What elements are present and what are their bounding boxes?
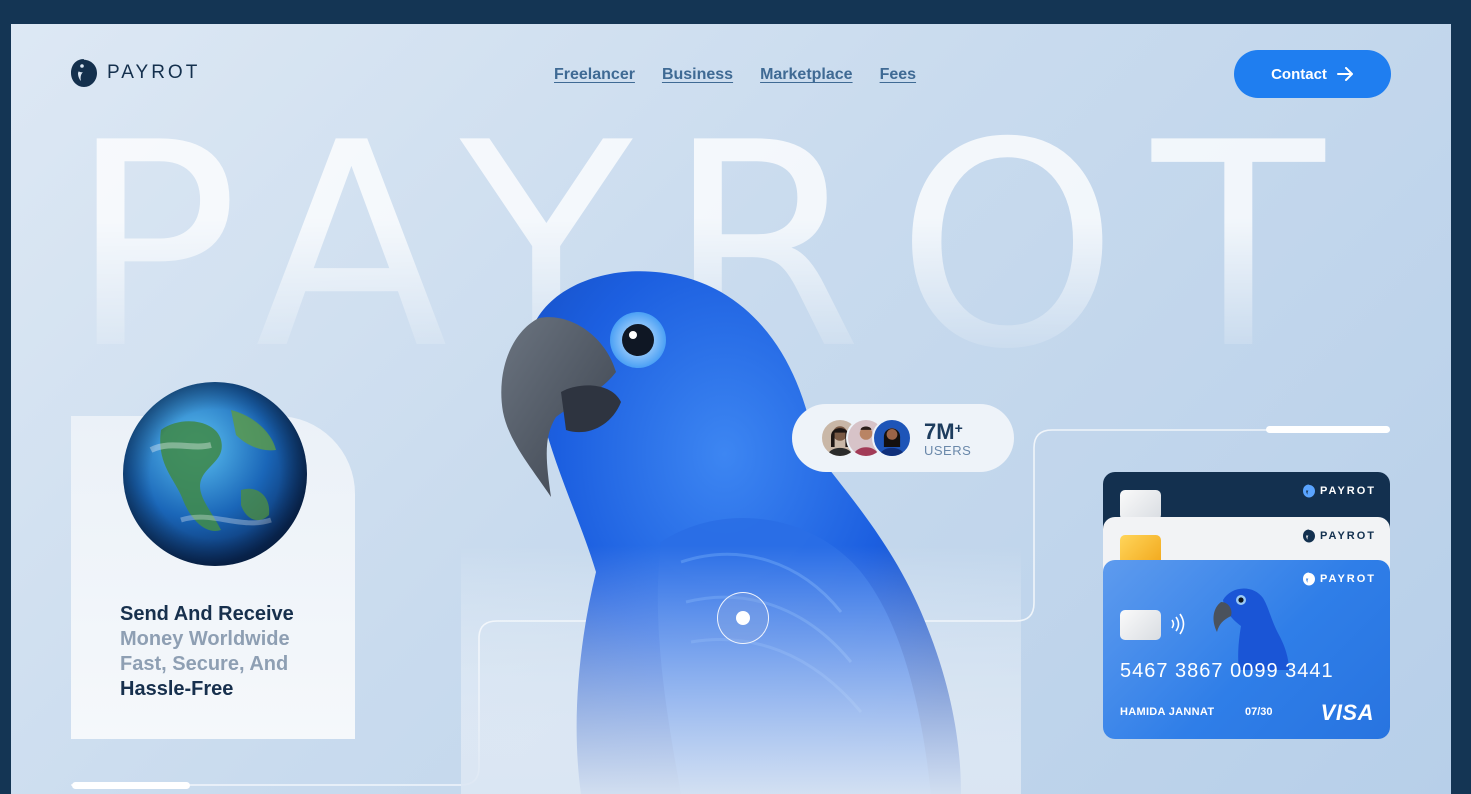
landing-page: PAYROT Freelancer Business Marketplace F…: [11, 24, 1451, 794]
decor-bar-bottom: [72, 782, 190, 789]
arrow-right-icon: [1336, 67, 1353, 81]
contact-button[interactable]: Contact: [1234, 50, 1391, 98]
decor-bar-top: [1266, 426, 1390, 433]
users-badge: 7M+ USERS: [792, 404, 1014, 472]
logo-text: PAYROT: [107, 62, 201, 83]
contact-button-label: Contact: [1271, 65, 1327, 83]
nfc-icon: [1171, 613, 1185, 635]
credit-card-blue[interactable]: PAYROT 5467 3867 0099 3441 HAMIDA JANNAT…: [1103, 560, 1390, 739]
card-expiry: 07/30: [1245, 706, 1273, 718]
card-brand: PAYROT: [1302, 529, 1376, 543]
nav-link-freelancer[interactable]: Freelancer: [554, 66, 635, 84]
card-network-logo: VISA: [1320, 700, 1374, 725]
logo[interactable]: PAYROT: [71, 58, 200, 88]
info-line-1: Send And Receive: [120, 603, 294, 625]
users-count-value: 7M+: [924, 419, 963, 444]
parrot-logo-icon: [1302, 484, 1315, 498]
nav-link-business[interactable]: Business: [662, 66, 733, 84]
info-line-3: Fast, Secure, And: [120, 653, 289, 675]
info-card-text: Send And Receive Money Worldwide Fast, S…: [120, 602, 294, 702]
nav-link-fees[interactable]: Fees: [880, 66, 916, 84]
nav-link-marketplace[interactable]: Marketplace: [760, 66, 853, 84]
parrot-logo-icon: [71, 59, 97, 87]
connector-node[interactable]: [717, 592, 769, 644]
users-count: 7M+ USERS: [924, 417, 971, 459]
info-line-2: Money Worldwide: [120, 628, 290, 650]
users-count-label: USERS: [924, 443, 972, 458]
parrot-illustration: [461, 242, 1021, 794]
card-number: 5467 3867 0099 3441: [1120, 660, 1334, 682]
parrot-logo-icon: [1302, 572, 1315, 586]
main-nav: Freelancer Business Marketplace Fees: [554, 66, 916, 84]
card-brand: PAYROT: [1302, 484, 1376, 498]
globe-icon: [123, 382, 307, 566]
card-parrot-illustration: [1213, 588, 1289, 670]
info-line-4: Hassle-Free: [120, 678, 234, 700]
avatar: [872, 418, 912, 458]
parrot-logo-icon: [1302, 529, 1315, 543]
card-brand: PAYROT: [1302, 572, 1376, 586]
card-chip: [1120, 610, 1161, 640]
card-holder-name: HAMIDA JANNAT: [1120, 706, 1215, 718]
card-chip: [1120, 490, 1161, 520]
